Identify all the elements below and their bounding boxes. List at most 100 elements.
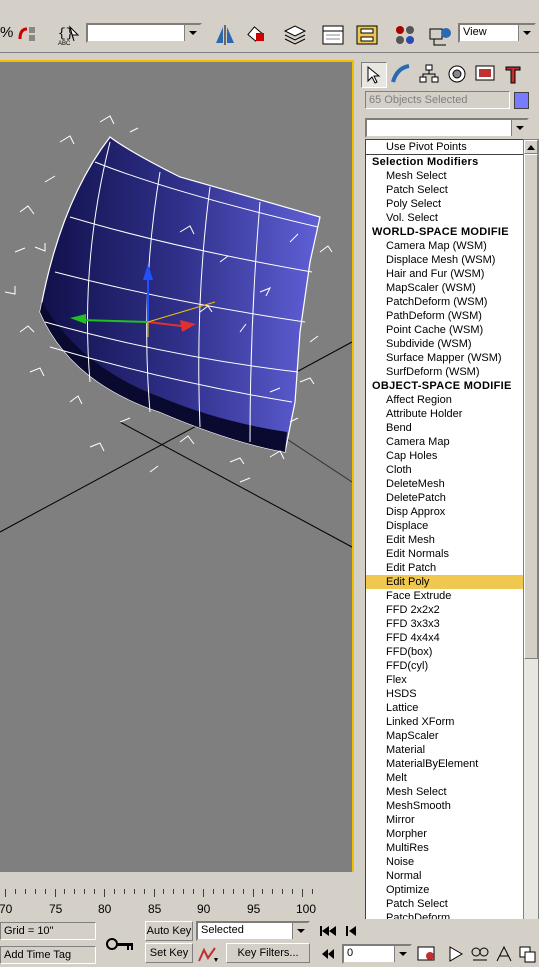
motion-tab-icon[interactable] (445, 62, 471, 88)
modifier-list-scrollbar[interactable] (523, 139, 539, 947)
modifier-list-item[interactable]: Edit Normals (366, 547, 523, 561)
schematic-view-icon[interactable] (354, 23, 380, 47)
key-tangent-icon[interactable] (196, 944, 220, 964)
modifier-list-item[interactable]: Edit Mesh (366, 533, 523, 547)
modifier-list-item[interactable]: Bend (366, 421, 523, 435)
modifier-list-item[interactable]: Melt (366, 771, 523, 785)
trackbar-tick (64, 889, 65, 894)
modifier-list-dropdown[interactable] (365, 118, 529, 138)
align-icon[interactable] (244, 23, 270, 47)
modifier-list-item[interactable]: Edit Patch (366, 561, 523, 575)
time-config-icon[interactable] (416, 944, 438, 964)
render-type-dropdown[interactable]: View (458, 23, 536, 43)
key-selection-dropdown[interactable]: Selected (196, 921, 310, 941)
modifier-list-item[interactable]: Patch Select (366, 897, 523, 911)
chevron-down-icon (184, 25, 200, 41)
modifier-list-item[interactable]: Use Pivot Points (366, 140, 523, 155)
modifier-list-item[interactable]: Morpher (366, 827, 523, 841)
modifier-list-item[interactable]: Hair and Fur (WSM) (366, 267, 523, 281)
modifier-list-item[interactable]: Material (366, 743, 523, 757)
scroll-thumb[interactable] (524, 154, 538, 659)
modifier-list-item[interactable]: Camera Map (366, 435, 523, 449)
spinner-snap-icon[interactable] (16, 23, 38, 45)
modifier-list-item[interactable]: Noise (366, 855, 523, 869)
modifier-list-item[interactable]: Normal (366, 869, 523, 883)
modifier-list-item[interactable]: Patch Select (366, 183, 523, 197)
mirror-icon[interactable] (212, 23, 238, 47)
modifier-list-item[interactable]: FFD(box) (366, 645, 523, 659)
modifier-list-item[interactable]: Subdivide (WSM) (366, 337, 523, 351)
modifier-list-item[interactable]: Surface Mapper (WSM) (366, 351, 523, 365)
edit-named-selection-icon[interactable]: {} ABC (56, 23, 82, 47)
pan-view-icon[interactable] (446, 944, 466, 964)
modifier-list-item[interactable]: Mesh Select (366, 785, 523, 799)
previous-frame-icon[interactable] (344, 923, 358, 939)
set-key-button[interactable]: Set Key (145, 943, 193, 963)
utilities-tab-icon[interactable] (501, 62, 527, 88)
layer-manager-icon[interactable] (282, 23, 308, 47)
modifier-list-item[interactable]: DeleteMesh (366, 477, 523, 491)
modifier-list-item[interactable]: Linked XForm (366, 715, 523, 729)
scroll-up-button[interactable] (524, 140, 538, 154)
modifier-list-item[interactable]: Face Extrude (366, 589, 523, 603)
modifier-list-item[interactable]: MeshSmooth (366, 799, 523, 813)
modifier-list-item[interactable]: Vol. Select (366, 211, 523, 225)
modifier-list-item[interactable]: Mesh Select (366, 169, 523, 183)
modify-tab-icon[interactable] (389, 62, 415, 88)
modifier-list-item[interactable]: MapScaler (WSM) (366, 281, 523, 295)
maximize-viewport-icon[interactable] (517, 944, 537, 964)
modifier-list-item[interactable]: PathDeform (WSM) (366, 309, 523, 323)
display-tab-icon[interactable] (473, 62, 499, 88)
set-key-mode-icon[interactable] (100, 926, 140, 962)
modifier-list-item[interactable]: Affect Region (366, 393, 523, 407)
auto-key-button[interactable]: Auto Key (145, 921, 193, 941)
modifier-list-item[interactable]: DeletePatch (366, 491, 523, 505)
modifier-list-item[interactable]: Attribute Holder (366, 407, 523, 421)
named-selection-set-dropdown[interactable] (86, 23, 202, 43)
render-scene-icon[interactable] (426, 23, 456, 47)
trackbar-tick (193, 889, 194, 894)
modifier-list-item[interactable]: FFD 2x2x2 (366, 603, 523, 617)
go-to-start-small-icon[interactable] (320, 947, 336, 961)
modifier-list-item[interactable]: Point Cache (WSM) (366, 323, 523, 337)
trackbar[interactable]: 70 75 80 85 90 95 100 (0, 889, 354, 919)
perspective-viewport[interactable] (0, 60, 354, 872)
modifier-list-item[interactable]: MaterialByElement (366, 757, 523, 771)
material-editor-icon[interactable] (392, 23, 418, 47)
modifier-list-item[interactable]: MultiRes (366, 841, 523, 855)
modifier-list-item[interactable]: HSDS (366, 687, 523, 701)
create-tab-icon[interactable] (361, 62, 387, 88)
object-name-field[interactable]: 65 Objects Selected (365, 91, 510, 109)
add-time-tag[interactable]: Add Time Tag (0, 946, 96, 964)
key-filters-button[interactable]: Key Filters... (226, 943, 310, 963)
modifier-list-item[interactable]: Displace (366, 519, 523, 533)
svg-text:ABC: ABC (58, 41, 71, 47)
percent-snap-icon[interactable]: % (0, 24, 13, 41)
modifier-list-item[interactable]: FFD 4x4x4 (366, 631, 523, 645)
modifier-list-item[interactable]: Lattice (366, 701, 523, 715)
modifier-list-item[interactable]: FFD(cyl) (366, 659, 523, 673)
modifier-list-item[interactable]: Camera Map (WSM) (366, 239, 523, 253)
modifier-list-item[interactable]: MapScaler (366, 729, 523, 743)
modifier-list-item[interactable]: Optimize (366, 883, 523, 897)
modifier-list-item[interactable]: FFD 3x3x3 (366, 617, 523, 631)
hierarchy-tab-icon[interactable] (417, 62, 443, 88)
zoom-all-icon[interactable] (470, 944, 490, 964)
curve-editor-icon[interactable] (320, 23, 346, 47)
modifier-list-item[interactable]: Edit Poly (366, 575, 523, 589)
modifier-list-item[interactable]: Cap Holes (366, 449, 523, 463)
modifier-list-item[interactable]: Flex (366, 673, 523, 687)
trackbar-tick (154, 889, 155, 897)
go-to-start-icon[interactable] (318, 923, 338, 939)
modifier-list-item[interactable]: Displace Mesh (WSM) (366, 253, 523, 267)
modifier-list-item[interactable]: PatchDeform (WSM) (366, 295, 523, 309)
modifier-list-item[interactable]: SurfDeform (WSM) (366, 365, 523, 379)
auto-key-label: Auto Key (146, 925, 192, 937)
modifier-list-item[interactable]: Cloth (366, 463, 523, 477)
modifier-list-item[interactable]: Disp Approx (366, 505, 523, 519)
current-frame-field[interactable]: 0 (342, 944, 412, 964)
modifier-list-item[interactable]: Poly Select (366, 197, 523, 211)
field-of-view-icon[interactable] (494, 944, 514, 964)
modifier-list-item[interactable]: Mirror (366, 813, 523, 827)
object-color-swatch[interactable] (514, 92, 529, 109)
